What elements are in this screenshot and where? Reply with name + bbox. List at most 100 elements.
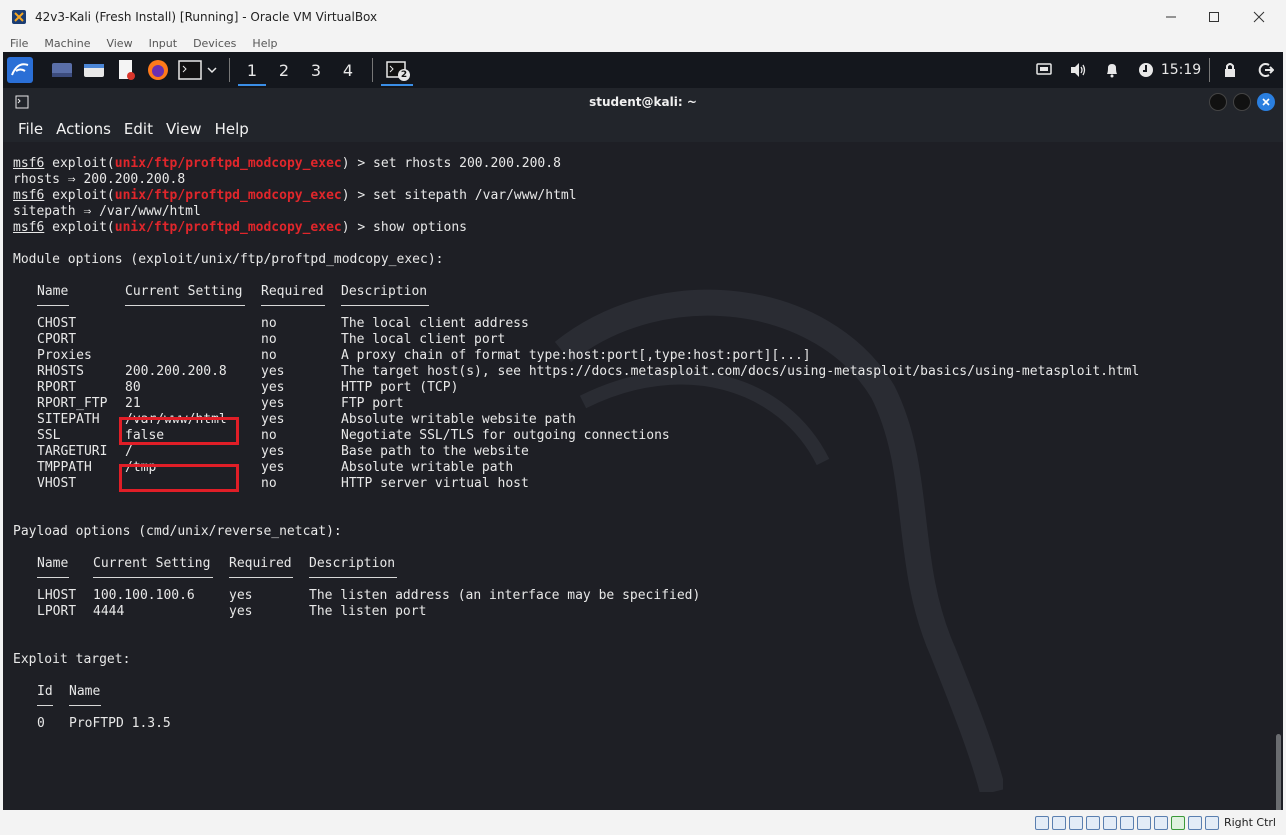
display-icon[interactable] xyxy=(1136,815,1151,830)
terminal-menu-view[interactable]: View xyxy=(166,120,202,138)
option-required: yes xyxy=(261,444,285,459)
command-output: sitepath ⇒ /var/www/html xyxy=(13,204,201,219)
window-titlebar: 42v3-Kali (Fresh Install) [Running] - Or… xyxy=(0,0,1286,34)
col-header-name: Name xyxy=(37,284,69,299)
option-required: no xyxy=(261,428,277,443)
option-description: Absolute writable website path xyxy=(341,412,576,427)
command-line: msf6 exploit(unix/ftp/proftpd_modcopy_ex… xyxy=(13,156,561,171)
option-description: HTTP port (TCP) xyxy=(341,380,459,395)
power-icon xyxy=(1139,63,1153,77)
file-manager-button[interactable] xyxy=(81,57,107,83)
recording-icon[interactable] xyxy=(1153,815,1168,830)
option-required: yes xyxy=(229,588,253,603)
vbox-menu-devices[interactable]: Devices xyxy=(193,37,236,50)
col-header-required: Required xyxy=(229,556,292,571)
option-name: SITEPATH xyxy=(37,412,100,427)
window-count-badge: 2 xyxy=(398,69,410,81)
col-header-description: Description xyxy=(309,556,396,571)
tray-display-button[interactable] xyxy=(1033,52,1055,88)
exploit-target-header: Exploit target: xyxy=(13,652,131,667)
lock-screen-button[interactable] xyxy=(1219,52,1241,88)
usb-icon[interactable] xyxy=(1102,815,1117,830)
maximize-button[interactable] xyxy=(1191,0,1237,34)
vbox-menu-view[interactable]: View xyxy=(106,37,132,50)
terminal-menu-help[interactable]: Help xyxy=(215,120,249,138)
option-value: 200.200.200.8 xyxy=(125,364,227,379)
power-manager-button[interactable] xyxy=(1135,52,1157,88)
close-button[interactable] xyxy=(1236,0,1282,34)
vm-display[interactable]: 1 2 3 4 2 15:19 student@kali: ~ File Act… xyxy=(3,52,1283,810)
option-value: 100.100.100.6 xyxy=(93,588,195,603)
notifications-button[interactable] xyxy=(1101,52,1123,88)
network-icon[interactable] xyxy=(1085,815,1100,830)
volume-button[interactable] xyxy=(1067,52,1089,88)
taskbar-terminal-window[interactable]: 2 xyxy=(379,52,415,88)
terminal-output[interactable]: msf6 exploit(unix/ftp/proftpd_modcopy_ex… xyxy=(3,142,1283,810)
option-value: 80 xyxy=(125,380,141,395)
terminal-icon xyxy=(15,95,29,109)
terminal-close-button[interactable] xyxy=(1257,93,1275,111)
vbox-menu-file[interactable]: File xyxy=(10,37,28,50)
col-header-setting: Current Setting xyxy=(93,556,211,571)
kali-watermark-icon xyxy=(554,289,1003,792)
folder-icon xyxy=(84,64,104,77)
option-description: Absolute writable path xyxy=(341,460,514,475)
vbox-menu-help[interactable]: Help xyxy=(252,37,277,50)
terminal-launcher-button[interactable] xyxy=(177,57,203,83)
launcher-dropdown[interactable] xyxy=(203,57,221,83)
highlight-sitepath xyxy=(119,464,239,492)
col-header-required: Required xyxy=(261,284,324,299)
workspace-3[interactable]: 3 xyxy=(300,52,332,88)
mouse-integration-icon[interactable] xyxy=(1187,815,1202,830)
keyboard-capture-icon[interactable] xyxy=(1204,815,1219,830)
vbox-menu-machine[interactable]: Machine xyxy=(44,37,90,50)
hard-disk-icon[interactable] xyxy=(1034,815,1049,830)
bell-icon xyxy=(1107,64,1117,78)
show-desktop-button[interactable] xyxy=(49,57,75,83)
option-required: yes xyxy=(261,412,285,427)
option-description: The local client port xyxy=(341,332,506,347)
close-icon xyxy=(1253,11,1265,23)
option-required: no xyxy=(261,348,277,363)
option-description: The local client address xyxy=(341,316,529,331)
vbox-menu-input[interactable]: Input xyxy=(149,37,177,50)
option-required: yes xyxy=(261,396,285,411)
vbox-menubar: File Machine View Input Devices Help xyxy=(0,34,1286,52)
terminal-menubar: File Actions Edit View Help xyxy=(3,116,1283,142)
msf-prompt: msf6 xyxy=(13,220,45,235)
terminal-menu-actions[interactable]: Actions xyxy=(56,120,111,138)
minimize-button[interactable] xyxy=(1148,0,1194,34)
terminal-scrollbar[interactable] xyxy=(1276,734,1281,810)
workspace-4[interactable]: 4 xyxy=(332,52,364,88)
audio-icon[interactable] xyxy=(1068,815,1083,830)
maximize-icon xyxy=(1209,12,1219,22)
optical-drive-icon[interactable] xyxy=(1051,815,1066,830)
terminal-menu-edit[interactable]: Edit xyxy=(124,120,153,138)
terminal-maximize-button[interactable] xyxy=(1233,93,1251,111)
command-text: ) > set rhosts 200.200.200.8 xyxy=(341,156,561,171)
column-underline xyxy=(93,577,213,578)
workspace-2[interactable]: 2 xyxy=(268,52,300,88)
option-name: Proxies xyxy=(37,348,92,363)
module-path: unix/ftp/proftpd_modcopy_exec xyxy=(114,220,342,235)
shared-folders-icon[interactable] xyxy=(1119,815,1134,830)
workspace-1[interactable]: 1 xyxy=(236,52,268,88)
clock[interactable]: 15:19 xyxy=(1161,52,1201,88)
terminal-menu-file[interactable]: File xyxy=(18,120,43,138)
option-name: RPORT_FTP xyxy=(37,396,108,411)
firefox-button[interactable] xyxy=(145,57,171,83)
virtualbox-icon xyxy=(12,10,26,24)
col-header-name: Name xyxy=(37,556,69,571)
cpu-activity-icon[interactable] xyxy=(1170,815,1185,830)
column-underline xyxy=(37,577,69,578)
text-editor-button[interactable] xyxy=(113,57,139,83)
panel-separator xyxy=(372,58,373,82)
column-underline xyxy=(309,577,397,578)
close-icon xyxy=(1262,98,1270,106)
text-editor-icon xyxy=(119,60,135,80)
kali-menu-button[interactable] xyxy=(7,57,33,83)
col-header-name: Name xyxy=(69,684,101,699)
terminal-title: student@kali: ~ xyxy=(589,95,697,109)
terminal-minimize-button[interactable] xyxy=(1209,93,1227,111)
logout-button[interactable] xyxy=(1255,52,1277,88)
